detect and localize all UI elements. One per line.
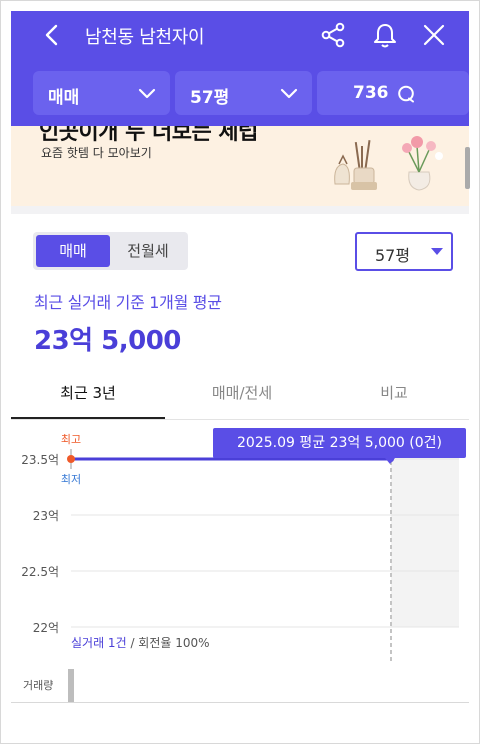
comments-button[interactable]: 736 — [317, 71, 469, 115]
banner-subtitle: 요즘 핫템 다 모아보기 — [41, 146, 152, 160]
y-tick-label: 23억 — [33, 509, 59, 523]
tooltip-arrow — [385, 458, 395, 464]
y-tick-label: 23.5억 — [21, 453, 59, 467]
trade-type-filter[interactable]: 매매 — [33, 71, 170, 115]
high-label: 최고 — [61, 433, 81, 446]
active-tab-indicator — [11, 417, 165, 419]
top-bar: 남천동 남천자이 — [11, 11, 469, 59]
promo-banner[interactable]: 인곳이개 두 더보는 세럽 요즘 핫템 다 모아보기 — [11, 126, 469, 206]
turnover-rate: / 회전율 100% — [127, 636, 210, 650]
chevron-down-icon — [138, 88, 156, 99]
volume-bar — [68, 669, 74, 702]
chart-tooltip: 2025.09 평균 23억 5,000 (0건) — [213, 428, 466, 458]
size-select-value: 57평 — [375, 246, 411, 265]
share-icon[interactable] — [320, 22, 346, 48]
tab-compare[interactable]: 비교 — [319, 378, 469, 408]
hover-region — [391, 433, 459, 627]
trade-toggle: 매매 전월세 — [33, 232, 188, 270]
data-point — [67, 455, 75, 463]
price-chart[interactable]: 23.5억 23억 22.5억 22억 최고최저실거래 1건 / 회전율 100% 거래량 — [11, 425, 469, 705]
low-label: 최저 — [61, 473, 81, 486]
average-price: 23억 5,000 — [34, 326, 181, 356]
close-icon[interactable] — [422, 23, 446, 47]
chevron-down-icon — [280, 88, 298, 99]
banner-headline: 인곳이개 두 더보는 세럽 — [39, 126, 258, 145]
tab-recent-3y[interactable]: 최근 3년 — [11, 378, 165, 408]
volume-label: 거래량 — [23, 679, 53, 692]
section-divider — [11, 206, 469, 214]
caret-down-icon — [431, 248, 443, 255]
comment-icon — [398, 85, 414, 103]
y-tick-label: 22억 — [33, 621, 59, 635]
chart-tabs: 최근 3년 매매/전세 비교 — [11, 366, 469, 420]
diffuser-illustration — [334, 136, 443, 191]
banner-scrollbar[interactable] — [465, 147, 470, 189]
toggle-rent[interactable]: 전월세 — [111, 235, 185, 267]
size-select[interactable]: 57평 — [355, 232, 453, 271]
y-tick-label: 22.5억 — [21, 565, 59, 579]
trade-type-filter-label: 매매 — [48, 88, 80, 108]
trade-count: 실거래 1건 — [71, 636, 127, 650]
page-title: 남천동 남천자이 — [85, 27, 205, 48]
size-filter[interactable]: 57평 — [175, 71, 312, 115]
comments-count: 736 — [353, 83, 389, 103]
bell-icon[interactable] — [371, 21, 399, 49]
toggle-sale[interactable]: 매매 — [36, 235, 110, 267]
average-caption: 최근 실거래 기준 1개월 평균 — [34, 293, 222, 312]
size-filter-label: 57평 — [190, 88, 230, 108]
tab-sale-lease[interactable]: 매매/전세 — [165, 378, 319, 408]
header: 남천동 남천자이 매매 57평 736 — [11, 11, 469, 126]
trade-footnote: 실거래 1건 / 회전율 100% — [71, 636, 210, 650]
chevron-left-icon[interactable] — [41, 23, 65, 47]
bottom-divider — [11, 702, 469, 703]
